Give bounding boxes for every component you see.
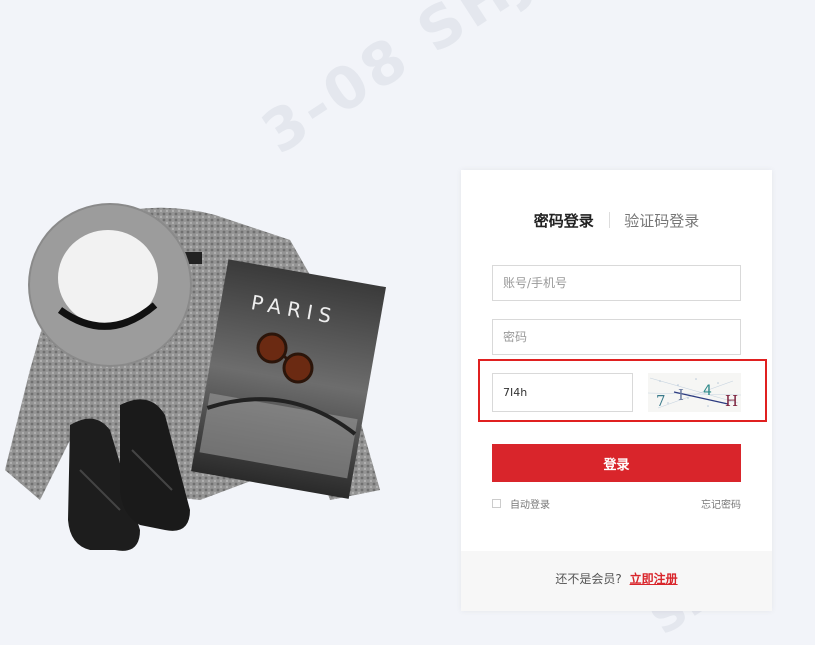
register-link[interactable]: 立即注册	[630, 572, 678, 586]
auto-login-label: 自动登录	[510, 500, 550, 511]
password-input[interactable]	[492, 319, 741, 355]
tab-sms-login[interactable]: 验证码登录	[624, 212, 699, 230]
captcha-char-2: I	[678, 386, 684, 404]
captcha-char-3: 4	[703, 383, 712, 399]
login-tabs: 密码登录 验证码登录	[461, 210, 772, 231]
auto-login-toggle[interactable]: 自动登录	[492, 496, 550, 511]
login-card: 密码登录 验证码登录 7 I 4 H 登录 自动登录 忘记密码 还不是会员? 立…	[461, 170, 772, 611]
tab-password-login[interactable]: 密码登录	[534, 212, 594, 230]
login-button[interactable]: 登录	[492, 444, 741, 482]
hero-illustration: PARIS	[5, 203, 386, 551]
captcha-input[interactable]	[492, 373, 633, 412]
tab-divider	[608, 212, 610, 228]
auto-login-checkbox[interactable]	[492, 499, 501, 508]
captcha-char-4: H	[725, 392, 738, 410]
captcha-char-1: 7	[656, 392, 666, 410]
forgot-password-link[interactable]: 忘记密码	[701, 496, 741, 511]
register-footer: 还不是会员? 立即注册	[461, 551, 772, 611]
account-input[interactable]	[492, 265, 741, 301]
hat-image	[28, 203, 192, 367]
watermark: 3-08 SHJQZD211	[250, 0, 785, 167]
register-prompt: 还不是会员?	[555, 572, 622, 586]
captcha-image[interactable]: 7 I 4 H	[648, 373, 741, 412]
